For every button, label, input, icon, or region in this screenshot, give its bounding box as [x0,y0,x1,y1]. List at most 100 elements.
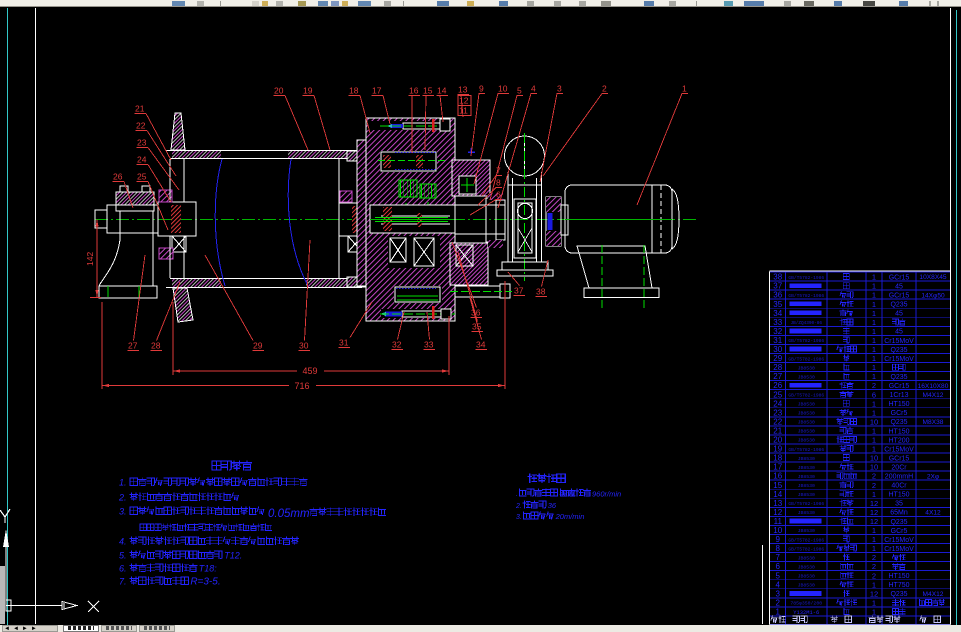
svg-text:16: 16 [409,86,419,96]
svg-text:27: 27 [773,372,782,381]
svg-text:GB/T5782-1986: GB/T5782-1986 [788,293,824,299]
svg-text:30: 30 [299,341,309,351]
svg-text:2: 2 [602,84,607,94]
svg-text:34: 34 [773,309,782,318]
svg-text:29: 29 [253,341,263,351]
svg-text:4: 4 [776,580,781,589]
svg-text:JB8530: JB8530 [798,510,815,516]
svg-text:Q235: Q235 [890,519,907,526]
svg-text:22: 22 [136,121,146,131]
svg-text:1: 1 [872,535,876,544]
svg-text:JB8530: JB8530 [798,573,815,579]
svg-text:7: 7 [496,166,501,176]
svg-text:2: 2 [872,553,876,562]
svg-text:1: 1 [872,318,876,327]
svg-text:14Xφ50: 14Xφ50 [921,292,945,299]
svg-text:24: 24 [137,155,147,165]
svg-text:32: 32 [773,327,782,336]
svg-text:142: 142 [85,252,95,266]
svg-text:1: 1 [872,273,876,282]
svg-text:35: 35 [895,501,903,508]
svg-text:JB8530: JB8530 [798,429,815,435]
svg-text:785φ350/200: 785φ350/200 [790,601,822,607]
svg-text:11: 11 [459,106,468,116]
svg-text:JB8530: JB8530 [798,402,815,408]
svg-text:Q235: Q235 [890,302,907,309]
svg-text:T12.: T12. [224,551,242,561]
svg-text:10: 10 [773,526,782,535]
svg-text:16X10X80: 16X10X80 [918,383,949,390]
svg-text:M4X12: M4X12 [923,591,944,598]
svg-text:27: 27 [128,341,138,351]
svg-text:1: 1 [872,363,876,372]
svg-text:19: 19 [303,86,313,96]
svg-text:7: 7 [776,553,781,562]
svg-text:GB/T5782-1986: GB/T5782-1986 [788,275,824,281]
svg-text:3: 3 [557,84,562,94]
svg-text:JB8530: JB8530 [798,438,815,444]
svg-text:6: 6 [776,562,781,571]
svg-text:GB/T5782-1986: GB/T5782-1986 [788,546,824,552]
svg-text:12: 12 [459,96,469,106]
svg-text:GB/T5782-1986: GB/T5782-1986 [788,356,824,362]
svg-text:18: 18 [349,86,359,96]
svg-text:20Cr: 20Cr [891,464,907,471]
svg-text:1.: 1. [119,478,127,488]
svg-text:9: 9 [479,84,484,94]
svg-text:M4X12: M4X12 [923,392,944,399]
svg-text:38: 38 [536,287,546,297]
svg-text:26: 26 [773,381,782,390]
svg-text:2: 2 [872,472,876,481]
svg-text:Q235: Q235 [890,374,907,381]
svg-text:HT750: HT750 [888,582,909,589]
svg-text:JB8530: JB8530 [798,474,815,480]
svg-text:5: 5 [776,571,781,580]
svg-text:JB8530: JB8530 [798,483,815,489]
svg-text:12: 12 [870,517,878,526]
svg-text:14: 14 [773,490,782,499]
svg-text:33: 33 [773,318,782,327]
svg-text:T18:: T18: [199,564,218,574]
svg-text:1: 1 [872,300,876,309]
svg-text:1: 1 [872,490,876,499]
svg-text:28: 28 [773,363,782,372]
svg-text:34: 34 [476,340,486,350]
svg-text:38: 38 [773,273,782,282]
svg-text:65Mn: 65Mn [890,510,908,517]
svg-text:JB8530: JB8530 [798,528,815,534]
svg-text:JB8530: JB8530 [798,564,815,570]
svg-text:20: 20 [274,86,284,96]
svg-text:18: 18 [773,454,782,463]
svg-text:JB8530: JB8530 [798,456,815,462]
svg-text:R=3-5.: R=3-5. [190,577,220,588]
svg-text:1: 1 [872,372,876,381]
svg-text:Cr15MoV: Cr15MoV [884,338,914,345]
svg-text:JB8530: JB8530 [798,492,815,498]
svg-text:8: 8 [496,178,501,188]
svg-text:36: 36 [471,308,481,318]
svg-text:JB8530: JB8530 [798,365,815,371]
svg-text:12: 12 [870,589,878,598]
svg-text:31: 31 [773,336,782,345]
svg-text:21: 21 [135,104,145,114]
svg-text:HT150: HT150 [888,573,909,580]
svg-text:10: 10 [870,454,878,463]
svg-text:JB8530: JB8530 [798,465,815,471]
svg-text:HT150: HT150 [888,401,909,408]
svg-text:Cr15MoV: Cr15MoV [884,546,914,553]
svg-text:12: 12 [773,508,782,517]
svg-text:31: 31 [339,338,349,348]
svg-text:10: 10 [870,463,878,472]
svg-text:1: 1 [872,309,876,318]
svg-text:1: 1 [872,445,876,454]
svg-text:1: 1 [872,544,876,553]
svg-text:10: 10 [870,417,878,426]
svg-text:1: 1 [682,84,687,94]
svg-text:1: 1 [872,282,876,291]
svg-text:40Cr: 40Cr [891,483,907,490]
svg-text:Cr15MoV: Cr15MoV [884,446,914,453]
svg-text:30: 30 [773,345,782,354]
svg-text:JB8530: JB8530 [798,555,815,561]
svg-text:23: 23 [773,408,782,417]
svg-text:10X8X45: 10X8X45 [919,274,946,281]
